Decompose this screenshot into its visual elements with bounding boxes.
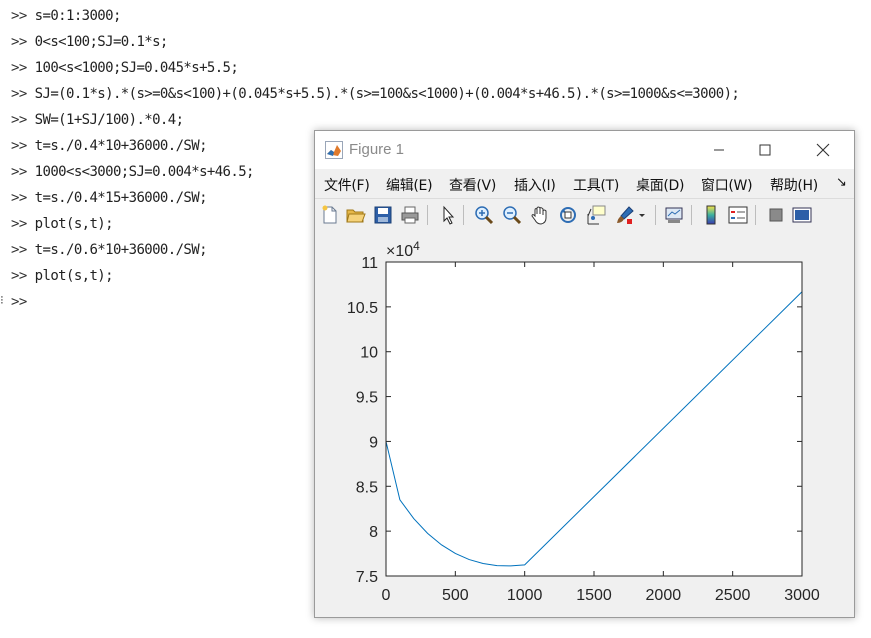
menu-window[interactable]: 窗口(W) [701, 175, 753, 195]
toolbar-separator [463, 205, 464, 225]
close-button[interactable] [800, 131, 846, 169]
close-icon [816, 143, 830, 157]
command-line: >> t=s./0.6*10+36000./SW; [11, 240, 208, 260]
x-tick-label: 2500 [715, 587, 751, 604]
command-line: >> plot(s,t); [11, 266, 114, 286]
figure-window[interactable]: Figure 1 文件(F) 编辑(E) 查看(V) 插入(I) 工具(T) 桌… [314, 130, 855, 618]
maximize-icon [759, 144, 771, 156]
x-tick-label: 1000 [507, 587, 543, 604]
show-plot-tools-icon[interactable] [791, 204, 813, 226]
y-tick-label: 8 [369, 524, 378, 541]
command-prompt: >> [11, 60, 27, 76]
command-line: >> SJ=(0.1*s).*(s>=0&s<100)+(0.045*s+5.5)… [11, 84, 740, 104]
command-prompt: >> [11, 138, 27, 154]
command-prompt: >> [11, 268, 27, 284]
toolbar-separator [655, 205, 656, 225]
command-prompt: >> [11, 164, 27, 180]
menu-insert[interactable]: 插入(I) [514, 175, 556, 195]
y-tick-label: 8.5 [356, 479, 378, 496]
command-text: SJ=(0.1*s).*(s>=0&s<100)+(0.045*s+5.5).*… [34, 86, 740, 102]
x-tick-label: 0 [382, 587, 391, 604]
figure-title: Figure 1 [349, 141, 405, 158]
edit-plot-arrow-icon[interactable] [437, 204, 459, 226]
minimize-icon [714, 149, 724, 151]
command-line: >> 100<s<1000;SJ=0.045*s+5.5; [11, 58, 239, 78]
command-text: plot(s,t); [34, 268, 114, 284]
command-line: >> t=s./0.4*10+36000./SW; [11, 136, 208, 156]
y-tick-label: 10.5 [347, 300, 378, 317]
zoom-in-icon[interactable] [473, 204, 495, 226]
minimize-button[interactable] [696, 131, 742, 169]
menu-desktop[interactable]: 桌面(D) [636, 175, 685, 195]
x-tick-label: 3000 [784, 587, 820, 604]
x-tick-label: 500 [442, 587, 469, 604]
command-text: t=s./0.6*10+36000./SW; [34, 242, 208, 258]
data-cursor-icon[interactable] [585, 204, 607, 226]
command-text: 100<s<1000;SJ=0.045*s+5.5; [34, 60, 239, 76]
command-line: >> 1000<s<3000;SJ=0.004*s+46.5; [11, 162, 254, 182]
hide-plot-tools-icon[interactable] [765, 204, 787, 226]
insert-colorbar-icon[interactable] [700, 204, 722, 226]
command-prompt: >> [11, 112, 27, 128]
command-prompt: >> [11, 190, 27, 206]
brush-dropdown-icon[interactable] [637, 204, 647, 226]
open-file-icon[interactable] [345, 204, 367, 226]
menu-view[interactable]: 查看(V) [449, 175, 496, 195]
x-tick-label: 1500 [576, 587, 612, 604]
command-line: >> s=0:1:3000; [11, 6, 121, 26]
line-chart[interactable]: 0 500 1000 1500 2000 2500 3000 7.5 8 8.5 9 9.5 10 10.… [315, 231, 854, 617]
command-text: plot(s,t); [34, 216, 114, 232]
command-text: 0<s<100;SJ=0.1*s; [34, 34, 169, 50]
menu-tools[interactable]: 工具(T) [573, 175, 619, 195]
maximize-button[interactable] [742, 131, 788, 169]
x-tick-label: 2000 [646, 587, 682, 604]
menu-edit[interactable]: 编辑(E) [386, 175, 433, 195]
command-prompt: >> [11, 34, 27, 50]
y-tick-label: 7.5 [356, 569, 378, 586]
matlab-logo-icon [325, 141, 343, 159]
brush-icon[interactable] [614, 204, 636, 226]
save-icon[interactable] [372, 204, 394, 226]
command-prompt: >> [11, 216, 27, 232]
menu-overflow-icon[interactable]: ↘ [836, 174, 847, 190]
toolbar-separator [691, 205, 692, 225]
command-prompt: >> [11, 86, 27, 102]
command-text: s=0:1:3000; [34, 8, 122, 24]
command-text: t=s./0.4*15+36000./SW; [34, 190, 208, 206]
figure-toolbar [315, 198, 854, 232]
command-text: t=s./0.4*10+36000./SW; [34, 138, 208, 154]
pan-hand-icon[interactable] [529, 204, 551, 226]
plot-area[interactable]: 0 500 1000 1500 2000 2500 3000 7.5 8 8.5 9 9.5 10 10.… [315, 231, 854, 617]
zoom-out-icon[interactable] [501, 204, 523, 226]
y-exponent-label: ×104 [386, 239, 420, 260]
command-line: >> t=s./0.4*15+36000./SW; [11, 188, 208, 208]
command-line: >> 0<s<100;SJ=0.1*s; [11, 32, 168, 52]
figure-menubar: 文件(F) 编辑(E) 查看(V) 插入(I) 工具(T) 桌面(D) 窗口(W… [315, 169, 854, 197]
toolbar-separator [755, 205, 756, 225]
figure-titlebar[interactable]: Figure 1 [315, 131, 854, 169]
insert-legend-icon[interactable] [727, 204, 749, 226]
command-prompt: >> [11, 242, 27, 258]
print-icon[interactable] [399, 204, 421, 226]
y-tick-label: 9.5 [356, 390, 378, 407]
command-text: 1000<s<3000;SJ=0.004*s+46.5; [34, 164, 255, 180]
command-input-line[interactable]: >> [11, 292, 35, 312]
toolbar-separator [427, 205, 428, 225]
rotate-3d-icon[interactable] [557, 204, 579, 226]
menu-help[interactable]: 帮助(H) [770, 175, 818, 195]
y-tick-label: 9 [369, 434, 378, 451]
command-prompt: >> [11, 8, 27, 24]
command-line: >> SW=(1+SJ/100).*0.4; [11, 110, 184, 130]
new-figure-icon[interactable] [319, 204, 341, 226]
command-prompt: >> [11, 294, 27, 310]
menu-file[interactable]: 文件(F) [324, 175, 370, 195]
y-tick-label: 10 [360, 345, 378, 362]
link-plot-icon[interactable] [663, 204, 685, 226]
gutter-marker: ⁝ [0, 293, 4, 307]
command-text: SW=(1+SJ/100).*0.4; [34, 112, 184, 128]
axes-background [386, 262, 802, 576]
y-tick-label: 11 [361, 255, 378, 272]
command-line: >> plot(s,t); [11, 214, 114, 234]
